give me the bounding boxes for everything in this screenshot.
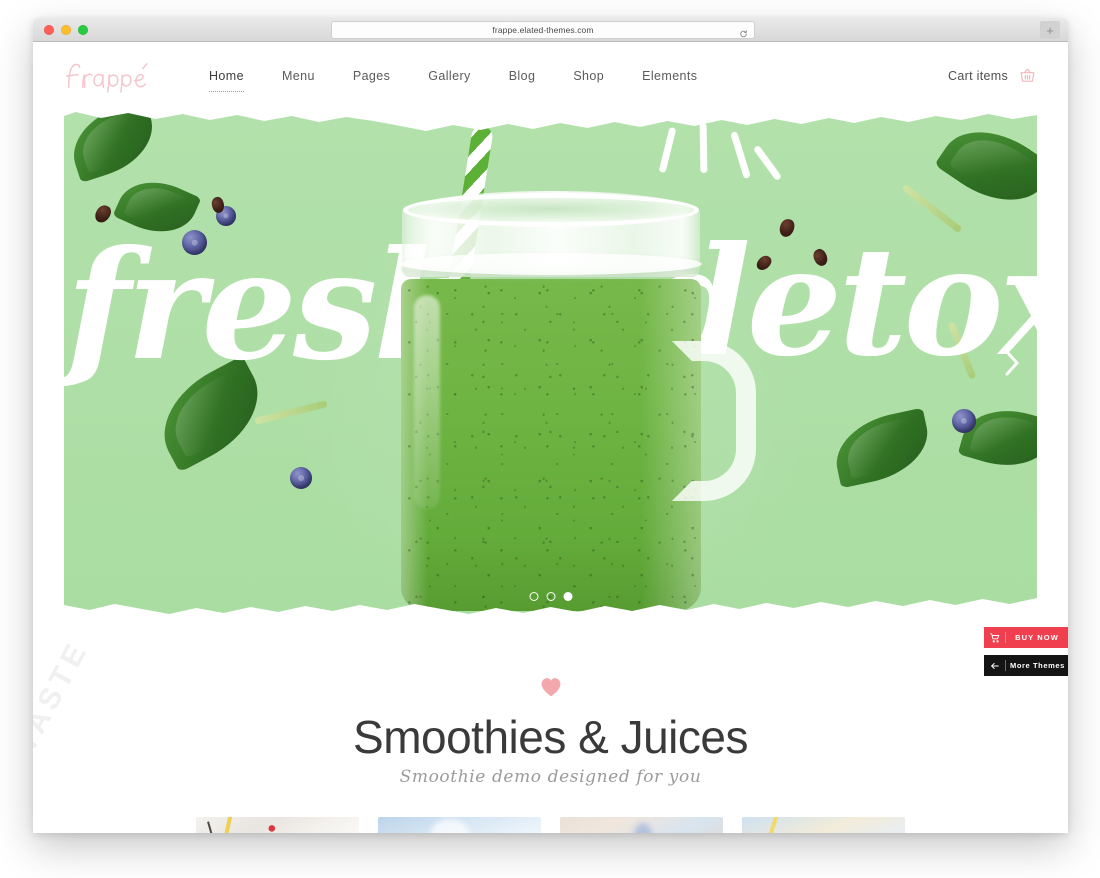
section-subtitle: Smoothie demo designed for you (399, 767, 702, 788)
close-window-button[interactable] (44, 25, 54, 35)
cart-icon (984, 632, 1005, 643)
product-card[interactable] (378, 817, 541, 833)
hero-photo: fresh detox (64, 109, 1037, 617)
more-themes-button[interactable]: More Themes (984, 655, 1068, 676)
cart-area[interactable]: Cart items (948, 67, 1036, 84)
browser-window: frappe.elated-themes.com + TASTE Home Me… (33, 18, 1068, 833)
mason-jar (380, 191, 756, 611)
buy-now-button[interactable]: BUY NOW (984, 627, 1068, 648)
chevron-right-icon[interactable] (999, 347, 1025, 379)
jar-highlight (413, 295, 440, 509)
nav-item-menu[interactable]: Menu (263, 69, 334, 83)
nav-item-elements[interactable]: Elements (623, 69, 716, 83)
blueberry (290, 467, 312, 489)
more-themes-label: More Themes (1010, 661, 1065, 670)
slider-dot-2[interactable] (546, 592, 555, 601)
browser-chrome: frappe.elated-themes.com + (33, 18, 1068, 42)
product-card[interactable] (742, 817, 905, 833)
main-nav: Home Menu Pages Gallery Blog Shop Elemen… (190, 69, 716, 92)
card-decoration (219, 817, 233, 833)
url-text: frappe.elated-themes.com (492, 25, 594, 35)
slider-dot-3[interactable] (563, 592, 572, 601)
arrow-left-icon (984, 661, 1005, 671)
card-decoration (207, 821, 219, 833)
jar-body-smoothie (400, 279, 701, 611)
cart-items-label: Cart items (948, 68, 1008, 83)
floating-buttons: BUY NOW More Themes (984, 627, 1068, 676)
site-viewport: TASTE Home Menu Pages Gallery Blog Shop … (33, 42, 1068, 833)
hero-slider: fresh detox (64, 109, 1037, 617)
logo-mark-icon (66, 62, 148, 93)
card-decoration (430, 819, 470, 833)
card-decoration (760, 817, 780, 833)
address-bar[interactable]: frappe.elated-themes.com (331, 21, 755, 39)
product-card-strip (33, 817, 1068, 833)
nav-item-pages[interactable]: Pages (334, 69, 409, 83)
minimize-window-button[interactable] (61, 25, 71, 35)
sparkle-stroke (699, 122, 708, 174)
buy-now-label: BUY NOW (1015, 633, 1059, 642)
site-header: Home Menu Pages Gallery Blog Shop Elemen… (33, 42, 1068, 109)
blueberry (952, 409, 976, 433)
new-tab-button[interactable]: + (1040, 21, 1060, 39)
card-decoration (264, 817, 290, 833)
jar-ring (399, 253, 702, 275)
promo-section: Smoothies & Juices Smoothie demo designe… (33, 617, 1068, 787)
heart-icon (540, 677, 562, 697)
product-card[interactable] (196, 817, 359, 833)
card-decoration (634, 823, 652, 833)
site-logo[interactable] (64, 58, 158, 94)
reload-icon[interactable] (739, 26, 748, 38)
shopping-basket-icon[interactable] (1019, 67, 1036, 84)
nav-item-gallery[interactable]: Gallery (409, 69, 489, 83)
traffic-lights (44, 18, 88, 42)
product-card[interactable] (560, 817, 723, 833)
nav-item-home[interactable]: Home (190, 69, 263, 92)
slider-dots (529, 592, 572, 601)
maximize-window-button[interactable] (78, 25, 88, 35)
section-title: Smoothies & Juices (353, 711, 748, 763)
jar-rim (402, 193, 699, 227)
nav-item-blog[interactable]: Blog (490, 69, 555, 83)
jar-handle (671, 341, 756, 501)
nav-item-shop[interactable]: Shop (554, 69, 623, 83)
slider-dot-1[interactable] (529, 592, 538, 601)
